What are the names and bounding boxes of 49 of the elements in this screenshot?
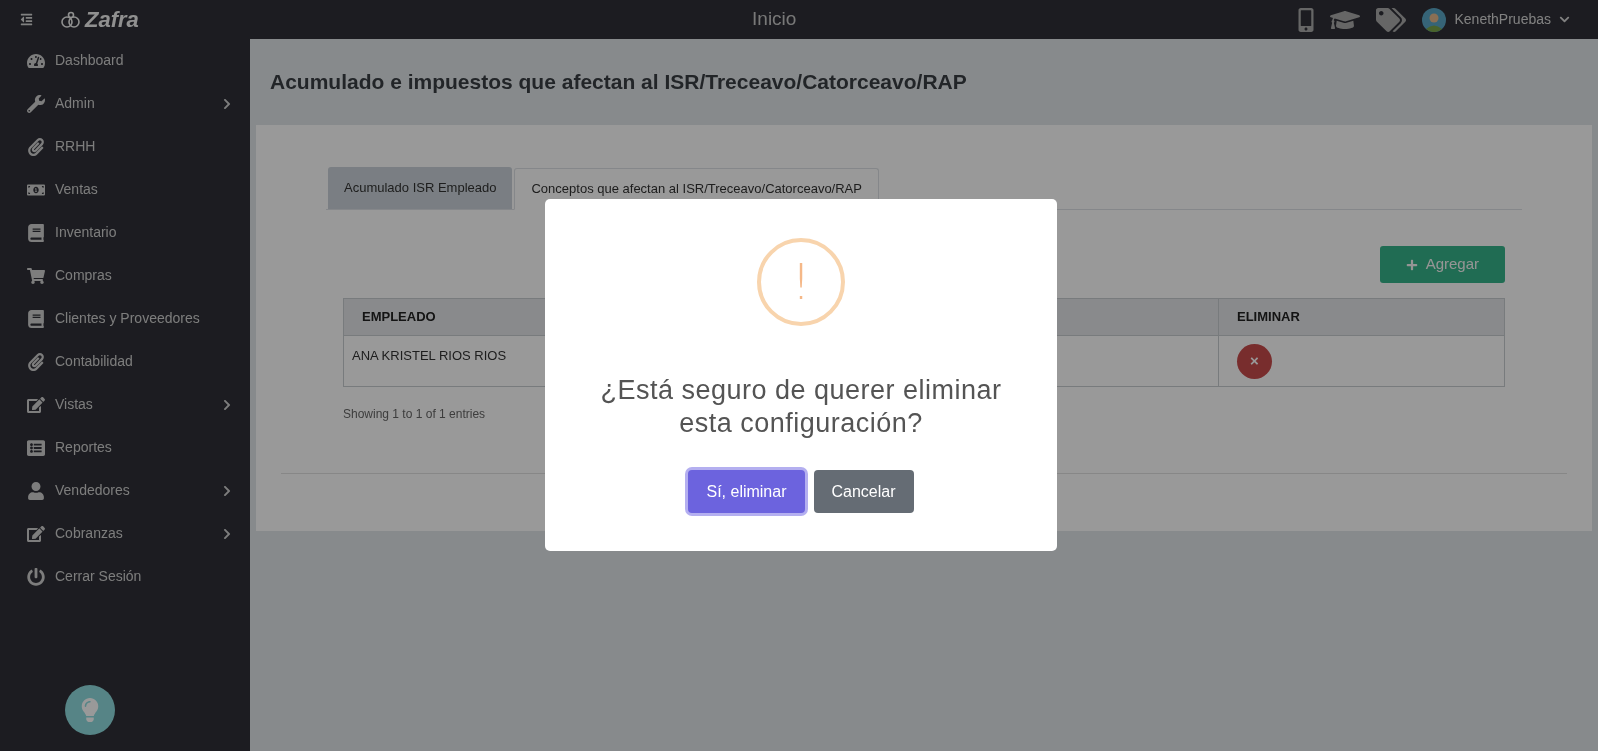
sidebar-item[interactable]: Contabilidad	[0, 340, 250, 383]
sidebar-item[interactable]: Dashboard	[0, 39, 250, 82]
menu-icon[interactable]	[20, 13, 33, 26]
logo-text: Zafra	[85, 6, 139, 34]
sidebar-item[interactable]: Compras	[0, 254, 250, 297]
plus-icon	[1405, 258, 1418, 271]
user-icon	[27, 481, 45, 500]
list-icon	[27, 438, 45, 457]
sidebar-item[interactable]: Clientes y Proveedores	[0, 297, 250, 340]
book-icon	[27, 309, 45, 328]
user-name[interactable]: KenethPruebas	[1454, 9, 1551, 30]
chevron-down-icon[interactable]	[1559, 14, 1570, 25]
sidebar-item[interactable]: RRHH	[0, 125, 250, 168]
cart-icon	[27, 266, 45, 285]
page-title: Inicio	[752, 7, 797, 32]
avatar-icon	[1422, 7, 1447, 32]
sidebar-item[interactable]: Vendedores	[0, 469, 250, 512]
chevron-right-icon	[222, 398, 232, 411]
cancel-button[interactable]: Cancelar	[813, 470, 914, 513]
tab[interactable]: Acumulado ISR Empleado	[328, 167, 513, 209]
tip-button[interactable]	[65, 685, 115, 735]
add-button[interactable]: Agregar	[1379, 246, 1505, 283]
chevron-right-icon	[222, 527, 232, 540]
sidebar-item[interactable]: Ventas	[0, 168, 250, 211]
edit-icon	[27, 395, 45, 414]
lightbulb-icon	[80, 698, 100, 722]
delete-button[interactable]: ×	[1237, 343, 1272, 379]
bubbles-icon	[61, 10, 81, 29]
power-icon	[27, 567, 45, 586]
tags-icon[interactable]	[1376, 7, 1407, 32]
sidebar-item[interactable]: Admin	[0, 82, 250, 125]
chevron-right-icon	[222, 484, 232, 497]
sidebar-item[interactable]: Vistas	[0, 383, 250, 426]
chevron-right-icon	[222, 97, 232, 110]
column-header: ELIMINAR	[1218, 298, 1505, 336]
phone-icon[interactable]	[1298, 7, 1315, 32]
dashboard-icon	[27, 51, 45, 70]
warning-icon: !	[757, 238, 845, 326]
book-icon	[27, 223, 45, 242]
section-title: Acumulado e impuestos que afectan al ISR/Treceavo/Catorceavo/RAP	[270, 69, 967, 96]
confirm-button[interactable]: Sí, eliminar	[688, 470, 805, 513]
sidebar-item[interactable]: Reportes	[0, 426, 250, 469]
paperclip-icon	[27, 137, 45, 156]
sidebar-item[interactable]: Inventario	[0, 211, 250, 254]
edit-icon	[27, 524, 45, 543]
sidebar-item[interactable]: Cerrar Sesión	[0, 555, 250, 598]
sidebar-item[interactable]: Cobranzas	[0, 512, 250, 555]
wrench-icon	[27, 94, 45, 113]
paperclip-icon	[27, 352, 45, 371]
